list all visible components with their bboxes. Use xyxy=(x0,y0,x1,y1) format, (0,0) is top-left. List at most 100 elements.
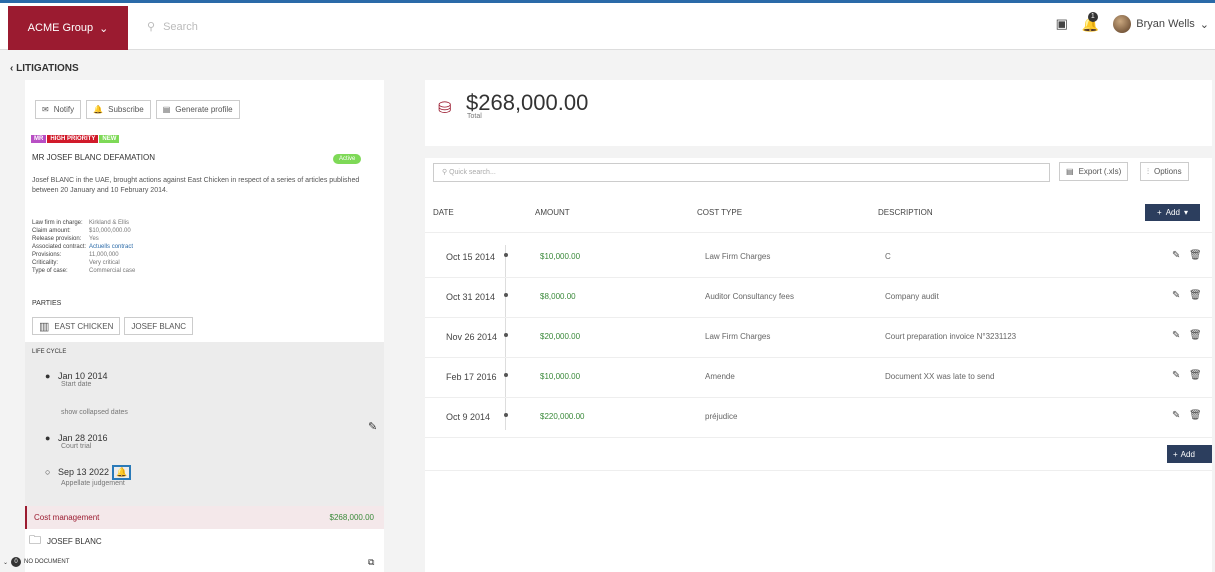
party-label: EAST CHICKEN xyxy=(54,321,114,331)
party-east-chicken[interactable]: ▥ EAST CHICKEN xyxy=(32,317,121,335)
no-document-row[interactable]: ⌄ 0 NO DOCUMENT xyxy=(3,557,69,567)
show-collapsed-link[interactable]: show collapsed dates xyxy=(61,409,128,416)
document-icon: ▤ xyxy=(1066,167,1074,176)
cell-date: Oct 15 2014 xyxy=(446,252,496,262)
detail-value: Kirkland & Ellis xyxy=(89,220,130,226)
cost-value: $268,000.00 xyxy=(329,513,375,522)
breadcrumb-label: LITIGATIONS xyxy=(16,63,79,74)
quick-search-input[interactable]: ⚲ Quick search... xyxy=(433,163,1050,182)
add-label: Add xyxy=(1165,208,1180,217)
edit-icon[interactable]: ✎ xyxy=(368,420,377,433)
generate-label: Generate profile xyxy=(175,105,233,114)
case-title: MR JOSEF BLANC DEFAMATION xyxy=(32,153,155,162)
detail-value: Yes xyxy=(89,236,99,242)
cell-type: Amende xyxy=(705,372,735,381)
table-row[interactable]: Oct 31 2014 $8,000.00 Auditor Consultancy … xyxy=(425,278,1212,318)
edit-icon[interactable]: ✎ xyxy=(1172,290,1180,301)
notify-button[interactable]: ✉ Notify xyxy=(35,100,82,119)
party-label: JOSEF BLANC xyxy=(131,321,187,331)
cell-amount: $20,000.00 xyxy=(540,332,581,341)
party-document-row[interactable]: 🗀 JOSEF BLANC xyxy=(29,531,102,552)
detail-row: Associated contract: Actuells contract xyxy=(32,243,135,251)
column-header-amount[interactable]: AMOUNT xyxy=(535,208,570,217)
folder-icon: 🗀 xyxy=(29,533,42,547)
quick-search-placeholder: Quick search... xyxy=(449,169,496,176)
column-header-date[interactable]: DATE xyxy=(433,208,454,217)
trash-icon[interactable]: 🗑 xyxy=(1189,250,1202,261)
generate-profile-button[interactable]: ▤ Generate profile xyxy=(155,100,240,119)
global-search[interactable]: ⚲ Search xyxy=(147,20,198,34)
tag-badge: NEW xyxy=(99,135,120,143)
user-menu[interactable]: Bryan Wells ⌄ xyxy=(1113,15,1209,33)
detail-row: Type of case: Commercial case xyxy=(32,267,135,275)
lifecycle-label: Start date xyxy=(61,381,92,388)
options-label: Options xyxy=(1154,167,1182,176)
detail-label: Associated contract: xyxy=(32,244,87,250)
edit-icon[interactable]: ✎ xyxy=(1172,250,1180,261)
bell-icon[interactable]: 🔔 xyxy=(111,465,132,480)
cell-type: Auditor Consultancy fees xyxy=(705,292,794,301)
detail-label: Claim amount: xyxy=(32,228,71,234)
edit-icon[interactable]: ✎ xyxy=(1172,410,1180,421)
notify-label: Notify xyxy=(53,105,75,114)
cell-type: Law Firm Charges xyxy=(705,332,771,341)
trash-icon[interactable]: 🗑 xyxy=(1189,410,1202,421)
case-panel: ✉ Notify 🔔 Subscribe ▤ Generate profile MR H… xyxy=(3,80,384,572)
case-details: Law firm in charge: Kirkland & Ellis Claim… xyxy=(32,219,135,275)
no-document-label: NO DOCUMENT xyxy=(24,559,70,565)
column-header-cost-type[interactable]: COST TYPE xyxy=(697,208,742,217)
add-bottom-label: Add xyxy=(1180,449,1195,459)
subscribe-button[interactable]: 🔔 Subscribe xyxy=(86,100,151,119)
cost-management-row[interactable]: Cost management $268,000.00 xyxy=(25,506,384,529)
add-bottom-button[interactable]: + Add xyxy=(1167,445,1212,463)
document-count: 0 xyxy=(11,557,22,567)
document-icon: ▤ xyxy=(162,105,171,114)
chevron-down-icon: ⌄ xyxy=(1199,18,1209,31)
table-row[interactable]: Feb 17 2016 $10,000.00 Amende Document XX w… xyxy=(425,358,1212,398)
detail-row: Criticality: Very critical xyxy=(32,259,135,267)
org-name: ACME Group xyxy=(27,22,94,34)
trash-icon[interactable]: 🗑 xyxy=(1189,330,1202,341)
table-row[interactable]: Nov 26 2014 $20,000.00 Law Firm Charges Cou… xyxy=(425,318,1212,358)
detail-value: Commercial case xyxy=(89,268,136,274)
cell-date: Feb 17 2016 xyxy=(446,372,497,382)
lifecycle-item: ○ Sep 13 2022 🔔 Appellate judgement xyxy=(45,465,132,487)
export-button[interactable]: ▤ Export (.xls) xyxy=(1059,162,1129,181)
parties-heading: PARTIES xyxy=(32,300,62,307)
org-switcher[interactable]: ACME Group ⌄ xyxy=(8,6,128,50)
cell-desc: Document XX was late to send xyxy=(885,372,995,381)
subscribe-label: Subscribe xyxy=(108,105,144,114)
trash-icon[interactable]: 🗑 xyxy=(1189,290,1202,301)
avatar xyxy=(1113,15,1132,33)
detail-label: Criticality: xyxy=(32,260,59,266)
notification-badge: 1 xyxy=(1087,11,1098,22)
column-header-description[interactable]: DESCRIPTION xyxy=(878,208,933,217)
case-description: Josef BLANC in the UAE, brought actions … xyxy=(32,177,360,194)
cell-type: Law Firm Charges xyxy=(705,252,771,261)
coins-icon: ⛁ xyxy=(438,100,452,117)
trash-icon[interactable]: 🗑 xyxy=(1189,370,1202,381)
copy-icon[interactable]: ⧉ xyxy=(368,557,374,568)
cell-amount: $220,000.00 xyxy=(540,412,585,421)
cost-panel: ⛁ $268,000.00 Total ⚲ Quick search... ▤ E… xyxy=(425,80,1212,572)
detail-label: Type of case: xyxy=(32,268,68,274)
detail-value[interactable]: Actuells contract xyxy=(89,244,133,250)
status-badge: Active xyxy=(333,154,362,164)
calendar-icon[interactable]: ▣ xyxy=(1056,16,1068,32)
chevron-down-icon: ⌄ xyxy=(99,22,109,35)
search-placeholder: Search xyxy=(163,20,198,33)
edit-icon[interactable]: ✎ xyxy=(1172,330,1180,341)
table-row[interactable]: Oct 9 2014 $220,000.00 préjudice ✎ 🗑 xyxy=(425,398,1212,438)
timeline-dot xyxy=(504,293,508,297)
detail-label: Release provision: xyxy=(32,236,82,242)
table-row[interactable]: Oct 15 2014 $10,000.00 Law Firm Charges C ✎ 🗑 xyxy=(425,238,1212,278)
party-josef-blanc[interactable]: JOSEF BLANC xyxy=(124,317,194,335)
breadcrumb-back[interactable]: ‹ LITIGATIONS xyxy=(10,63,79,74)
options-button[interactable]: ⫶ Options xyxy=(1140,162,1189,181)
cell-desc: Company audit xyxy=(885,292,939,301)
bell-icon[interactable]: 🔔 1 xyxy=(1082,11,1099,33)
cell-type: préjudice xyxy=(705,412,738,421)
edit-icon[interactable]: ✎ xyxy=(1172,370,1180,381)
add-button[interactable]: + Add ▾ xyxy=(1145,204,1200,221)
detail-value: 11,000,000 xyxy=(89,252,119,258)
